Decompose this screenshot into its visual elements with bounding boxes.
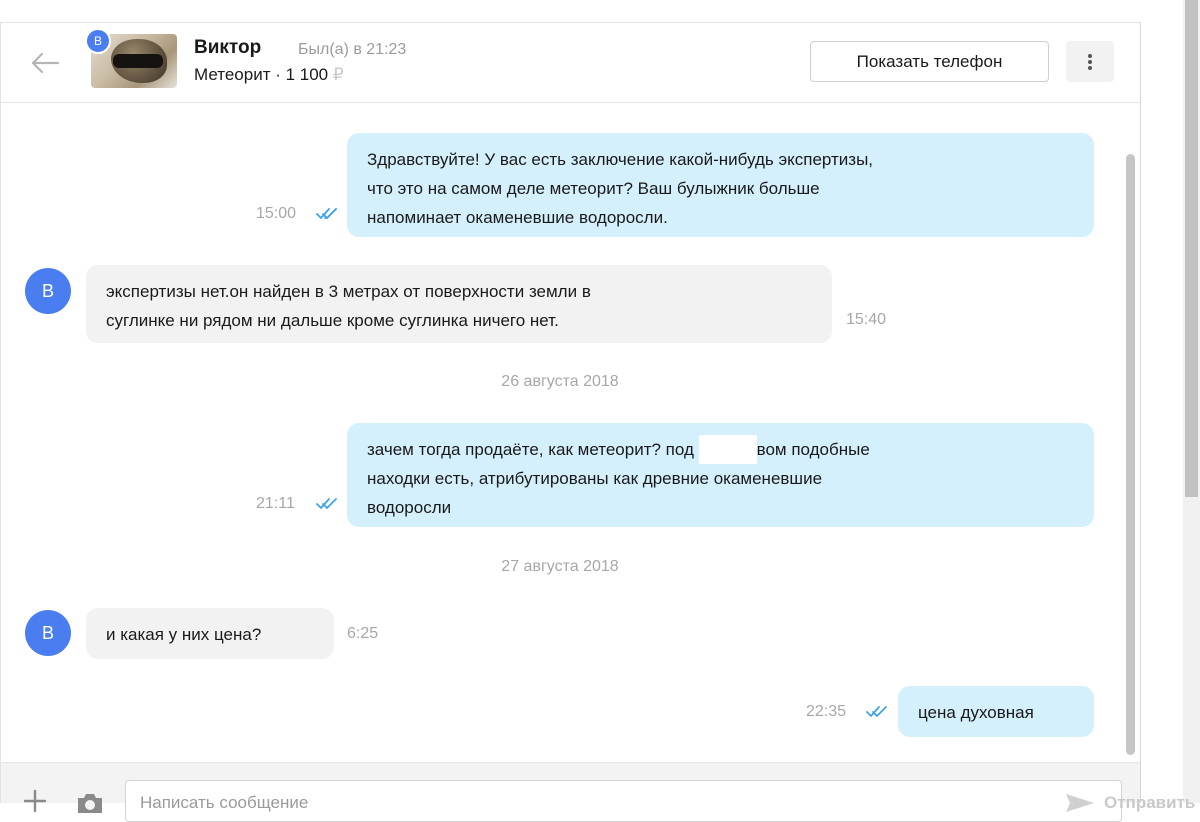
- message-time: 6:25: [347, 625, 379, 642]
- date-separator: 26 августа 2018: [501, 373, 619, 390]
- chat-header: В Виктор Был(а) в 21:23 Метеорит · 1 100…: [1, 23, 1140, 103]
- message-time: 15:00: [256, 205, 297, 222]
- message-line: Здравствуйте! У вас есть заключение како…: [367, 150, 874, 169]
- last-seen-status: Был(а) в 21:23: [298, 41, 407, 58]
- message-line: и какая у них цена?: [106, 625, 262, 644]
- page-scrollbar-thumb[interactable]: [1185, 0, 1198, 497]
- listing-title[interactable]: Метеорит · 1 100 ₽: [194, 65, 344, 85]
- message-list[interactable]: 15:00 Здравствуйте! У вас есть заключени…: [1, 104, 1122, 762]
- message-line: находки есть, атрибутированы как древние…: [367, 469, 823, 488]
- contact-avatar-badge: В: [85, 28, 111, 54]
- message-line: зачем тогда продаёте, как метеорит? под …: [367, 435, 1074, 464]
- incoming-message[interactable]: экспертизы нет.он найден в 3 метрах от п…: [86, 265, 832, 343]
- message-line: водоросли: [367, 498, 452, 517]
- message-line: напоминает окаменевшие водоросли.: [367, 208, 668, 227]
- message-line: экспертизы нет.он найден в 3 метрах от п…: [106, 282, 591, 301]
- more-options-button[interactable]: [1066, 41, 1114, 82]
- message-composer: Отправить: [1, 762, 1195, 822]
- redaction-band: [113, 54, 163, 68]
- messages-scrollbar-thumb[interactable]: [1126, 154, 1135, 755]
- top-spacer: [0, 0, 1141, 22]
- read-ticks-icon: [866, 706, 887, 717]
- date-separator: 27 августа 2018: [501, 558, 619, 575]
- contact-avatar[interactable]: В: [25, 610, 71, 656]
- redacted-word: [698, 435, 757, 464]
- message-text: зачем тогда продаёте, как метеорит? под: [367, 440, 694, 459]
- message-time: 15:40: [846, 311, 887, 328]
- message-line: цена духовная: [918, 703, 1034, 722]
- message-time: 22:35: [806, 703, 847, 720]
- message-time: 21:11: [256, 495, 295, 512]
- outgoing-message[interactable]: Здравствуйте! У вас есть заключение како…: [347, 133, 1094, 237]
- show-phone-button[interactable]: Показать телефон: [810, 41, 1049, 82]
- read-ticks-icon: [316, 498, 337, 509]
- message-line: что это на самом деле метеорит? Ваш булы…: [367, 179, 820, 198]
- incoming-message[interactable]: и какая у них цена?: [86, 608, 334, 659]
- message-input[interactable]: [140, 793, 900, 813]
- send-label: Отправить: [1104, 793, 1196, 812]
- vertical-dots-icon: [1088, 53, 1092, 70]
- camera-icon[interactable]: [75, 791, 105, 815]
- outgoing-message[interactable]: цена духовная: [898, 686, 1094, 737]
- currency-sign: ₽: [332, 65, 344, 84]
- send-button[interactable]: Отправить: [1064, 791, 1195, 815]
- back-button[interactable]: [27, 48, 63, 78]
- plus-icon[interactable]: [23, 789, 47, 813]
- message-text: вом подобные: [756, 440, 870, 459]
- arrow-left-icon: [31, 52, 60, 74]
- message-line: суглинке ни рядом ни дальше кроме суглин…: [106, 311, 559, 330]
- message-input-box[interactable]: Отправить: [125, 780, 1195, 822]
- contact-avatar[interactable]: В: [25, 268, 71, 314]
- paper-plane-icon: [1066, 794, 1094, 812]
- listing-title-text: Метеорит · 1 100: [194, 65, 329, 84]
- contact-name[interactable]: Виктор: [194, 37, 261, 59]
- read-ticks-icon: [316, 208, 337, 219]
- outgoing-message[interactable]: зачем тогда продаёте, как метеорит? под …: [347, 423, 1094, 527]
